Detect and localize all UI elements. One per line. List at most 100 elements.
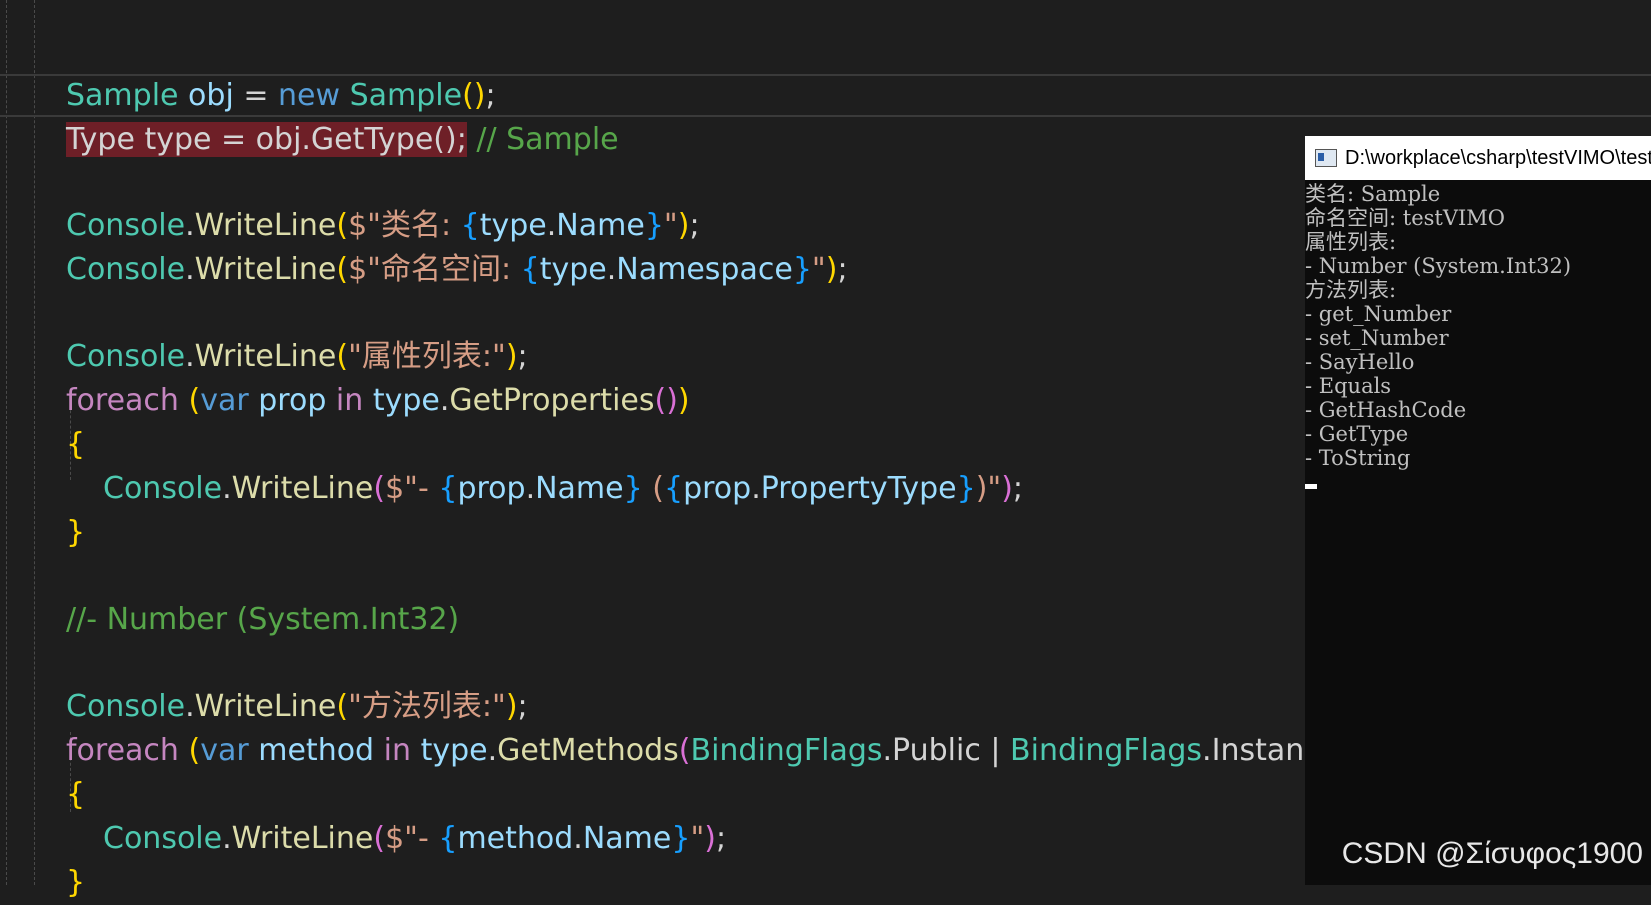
console-line: - get_Number — [1305, 302, 1452, 326]
token-type: Type — [66, 122, 135, 157]
token-bracket: ( — [373, 821, 386, 856]
token-dot: . — [1202, 733, 1212, 768]
indent-guide — [34, 0, 35, 885]
console-line: 属性列表: — [1305, 230, 1397, 254]
token-method: GetMethods — [497, 733, 679, 768]
console-window[interactable]: D:\workplace\csharp\testVIMO\test 类名: Sa… — [1305, 136, 1651, 885]
token-brace: } — [66, 865, 86, 900]
token-control-keyword: in — [335, 383, 364, 418]
token-method: WriteLine — [231, 471, 374, 506]
token-comment: //- Number (System.Int32) — [66, 602, 460, 637]
code-line-11[interactable]: Console.WriteLine("方法列表:"); — [66, 641, 528, 724]
token-semicolon: ; — [837, 252, 848, 287]
console-title-bar[interactable]: D:\workplace\csharp\testVIMO\test — [1305, 136, 1651, 180]
console-cursor — [1305, 484, 1317, 489]
code-line-8[interactable]: Console.WriteLine($"- {prop.Name} ({prop… — [103, 423, 1023, 506]
code-line-2-selected[interactable]: Type type = obj.GetType(); // Sample — [66, 74, 619, 157]
token-bracket: } — [623, 471, 643, 506]
token-keyword: var — [200, 383, 249, 418]
console-app-icon — [1315, 149, 1337, 167]
token-brace: { — [66, 777, 86, 812]
token-type: Console — [103, 821, 223, 856]
token-string: $"- — [385, 821, 439, 856]
token-bracket: ( — [188, 733, 201, 768]
console-line: - set_Number — [1305, 326, 1449, 350]
token-variable: method — [258, 733, 375, 768]
token-operator: | — [980, 733, 1011, 768]
code-line-13[interactable]: { — [66, 729, 85, 812]
token-semicolon: ; — [715, 821, 727, 856]
token-bracket: ) — [825, 252, 838, 287]
token-keyword: var — [200, 733, 249, 768]
token-comment: // Sample — [476, 122, 619, 157]
token-type: BindingFlags — [690, 733, 883, 768]
code-line-14[interactable]: Console.WriteLine($"- {method.Name}"); — [103, 773, 726, 856]
token-type: Console — [103, 471, 223, 506]
token-property: Name — [582, 821, 672, 856]
console-line: - ToString — [1305, 446, 1411, 470]
console-line: - SayHello — [1305, 350, 1415, 374]
token-bracket: } — [671, 821, 691, 856]
console-line: - Equals — [1305, 374, 1392, 398]
console-line: - GetHashCode — [1305, 398, 1467, 422]
token-brace: } — [66, 515, 86, 550]
code-line-3[interactable]: Console.WriteLine($"类名: {type.Name}"); — [66, 160, 700, 243]
token-string: $"- — [385, 471, 439, 506]
token-dot: . — [751, 471, 761, 506]
token-method: GetProperties — [449, 383, 655, 418]
token-bracket: } — [792, 252, 812, 287]
token-bracket: ) — [677, 383, 690, 418]
code-line-4[interactable]: Console.WriteLine($"命名空间: {type.Namespac… — [66, 204, 848, 287]
selected-text: Type type = obj.GetType(); — [66, 122, 467, 157]
token-dot: . — [185, 252, 195, 287]
token-variable: type — [420, 733, 488, 768]
console-line: 命名空间: testVIMO — [1305, 206, 1506, 230]
token-dot: . — [882, 733, 893, 768]
token-control-keyword: in — [383, 733, 412, 768]
token-bracket: ( — [336, 252, 349, 287]
token-property: Name — [535, 471, 624, 506]
token-property: PropertyType — [760, 471, 957, 506]
token-dot: . — [573, 821, 583, 856]
token-type: Console — [66, 252, 186, 287]
token-bracket: { — [438, 471, 458, 506]
code-line-12[interactable]: foreach (var method in type.GetMethods(B… — [66, 685, 1321, 768]
code-line-7[interactable]: { — [66, 379, 85, 462]
code-line-6[interactable]: foreach (var prop in type.GetProperties(… — [66, 335, 690, 418]
code-line-15[interactable]: } — [66, 817, 85, 900]
token-variable: prop — [258, 383, 327, 418]
token-method: WriteLine — [194, 252, 337, 287]
token-variable: prop — [457, 471, 526, 506]
token-statement: type = obj.GetType(); — [134, 122, 467, 157]
token-bracket: ( — [373, 471, 386, 506]
token-bracket: { — [663, 471, 684, 506]
code-line-9[interactable]: } — [66, 467, 85, 550]
watermark-text: CSDN @Σίσυφος1900 — [1341, 837, 1643, 870]
token-bracket: ) — [704, 821, 716, 856]
token-variable: type — [372, 383, 440, 418]
token-bracket: ( — [188, 383, 201, 418]
token-dot: . — [487, 733, 498, 768]
console-line: - Number (System.Int32) — [1305, 254, 1572, 278]
console-output[interactable]: 类名: Sample 命名空间: testVIMO 属性列表: - Number… — [1305, 180, 1651, 489]
code-line-1[interactable]: Sample obj = new Sample(); — [66, 30, 496, 113]
token-bracket: { — [438, 821, 458, 856]
token-string: ( — [642, 471, 664, 506]
console-line: 类名: Sample — [1305, 182, 1441, 206]
token-method: WriteLine — [231, 821, 374, 856]
code-line-10[interactable]: //- Number (System.Int32) — [66, 554, 459, 637]
token-dot: . — [222, 821, 232, 856]
token-string: " — [811, 252, 826, 287]
token-bracket: ( — [678, 733, 691, 768]
code-line-5[interactable]: Console.WriteLine("属性列表:"); — [66, 291, 528, 374]
token-dot: . — [439, 383, 450, 418]
token-brace: { — [66, 427, 86, 462]
